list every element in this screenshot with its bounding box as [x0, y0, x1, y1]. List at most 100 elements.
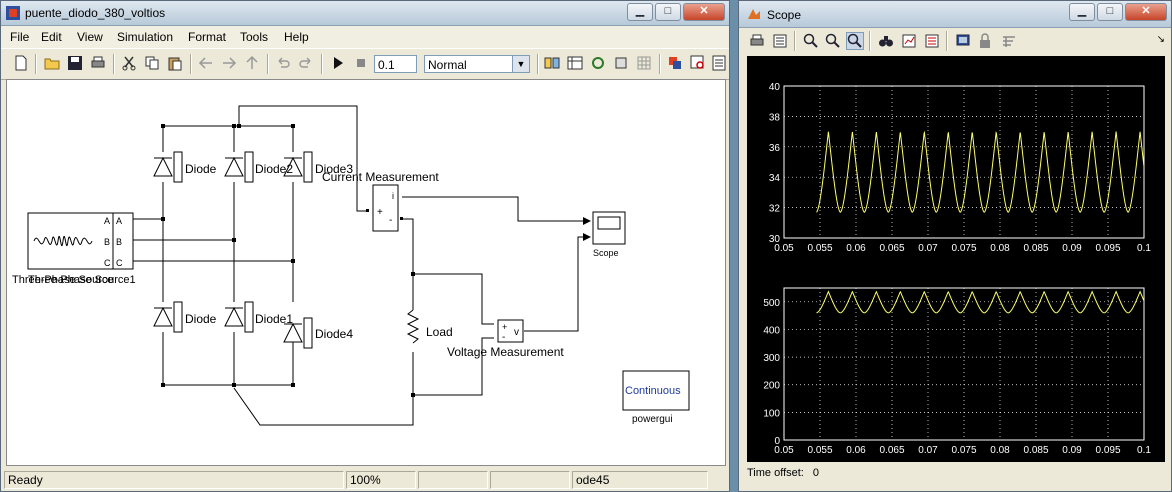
simulink-window: puente_diodo_380_voltios ▁ □ ✕ File Edit…: [0, 0, 730, 492]
x-tick-label: 0.08: [990, 243, 1010, 254]
scope-plot-area: 0.05 0.055 0.06 0.065 0.07 0.075 0.08 0.085 0.09…: [747, 56, 1165, 462]
floating-scope-icon[interactable]: [955, 33, 971, 49]
x-tick-label: 0.065: [879, 445, 904, 456]
diode2-label: Diode2: [255, 162, 293, 176]
block-diagram: A B C A B C Three-Phase Source Three-Pha…: [12, 105, 690, 426]
matlab-icon: [748, 9, 760, 19]
scope-minimize-button[interactable]: ▁: [1069, 3, 1095, 21]
powergui-block[interactable]: [623, 371, 689, 410]
open-folder-icon[interactable]: [44, 55, 60, 71]
x-tick-label: 0.06: [846, 445, 866, 456]
x-tick-label: 0.09: [1062, 243, 1082, 254]
toolbar: 0.1 Normal ▼: [1, 48, 729, 80]
scope-toolbar: ↘: [739, 28, 1171, 54]
voltage-measurement-label: Voltage Measurement: [447, 345, 564, 359]
forward-arrow-icon[interactable]: [221, 55, 237, 71]
close-button[interactable]: ✕: [683, 3, 725, 21]
window-title: puente_diodo_380_voltios: [25, 6, 166, 20]
start-simulation-icon[interactable]: [330, 55, 346, 71]
time-offset: Time offset: 0: [747, 467, 819, 479]
x-tick-label: 0.065: [879, 243, 904, 254]
y-tick-label: 300: [763, 353, 780, 364]
library-browser-icon[interactable]: [544, 55, 560, 71]
up-arrow-icon[interactable]: [244, 55, 260, 71]
zoom-y-icon[interactable]: [846, 32, 864, 50]
redo-icon[interactable]: [298, 55, 314, 71]
x-tick-label: 0.06: [846, 243, 866, 254]
properties-icon[interactable]: [711, 55, 727, 71]
model-explorer-icon[interactable]: [567, 55, 583, 71]
back-arrow-icon[interactable]: [198, 55, 214, 71]
x-tick-label: 0.09: [1062, 445, 1082, 456]
current-measurement-block[interactable]: [373, 185, 403, 233]
menu-simulation[interactable]: Simulation: [117, 30, 173, 44]
undo-icon[interactable]: [275, 55, 291, 71]
powergui-label: powergui: [632, 414, 673, 425]
maximize-button[interactable]: □: [655, 3, 681, 21]
diode4-label: Diode4: [315, 327, 353, 341]
lock-icon[interactable]: [977, 33, 993, 49]
status-zoom: 100%: [346, 471, 416, 489]
menu-edit[interactable]: Edit: [41, 30, 62, 44]
menu-view[interactable]: View: [77, 30, 103, 44]
stop-simulation-icon[interactable]: [353, 55, 369, 71]
status-empty-2: [490, 471, 570, 489]
x-tick-label: 0.085: [1023, 243, 1048, 254]
x-tick-label: 0.1: [1137, 243, 1151, 254]
three-phase-source-block[interactable]: [27, 212, 147, 260]
status-empty-1: [418, 471, 488, 489]
signal-selection-icon[interactable]: [1001, 33, 1017, 49]
print-icon[interactable]: [90, 55, 106, 71]
paste-icon[interactable]: [167, 55, 183, 71]
copy-icon[interactable]: [144, 55, 160, 71]
find-icon[interactable]: [690, 55, 706, 71]
menu-format[interactable]: Format: [188, 30, 226, 44]
x-tick-label: 0.095: [1095, 243, 1120, 254]
new-model-icon[interactable]: [13, 55, 29, 71]
model-canvas[interactable]: A B C A B C Three-Phase Source Three-Pha…: [6, 79, 726, 466]
y-tick-label: 36: [769, 143, 781, 154]
scope-chart: 0.05 0.055 0.06 0.065 0.07 0.075 0.08 0.085 0.09…: [763, 82, 1151, 456]
save-axes-icon[interactable]: [901, 33, 917, 49]
x-tick-label: 0.07: [918, 445, 938, 456]
x-tick-label: 0.075: [951, 445, 976, 456]
restore-axes-icon[interactable]: [924, 33, 940, 49]
x-tick-label: 0.085: [1023, 445, 1048, 456]
y-tick-label: 100: [763, 408, 780, 419]
toolbar-overflow-icon[interactable]: ↘: [1157, 34, 1165, 45]
cut-icon[interactable]: [121, 55, 137, 71]
y-tick-label: 0: [774, 436, 780, 447]
menu-help[interactable]: Help: [284, 30, 309, 44]
zoom-x-icon[interactable]: [825, 33, 841, 49]
stop-time-input[interactable]: 0.1: [374, 55, 417, 73]
scope-titlebar[interactable]: Scope ▁ □ ✕: [739, 1, 1171, 28]
time-offset-value: 0: [812, 467, 820, 479]
diode-bottom-label: Diode: [185, 312, 217, 326]
chevron-down-icon[interactable]: ▼: [512, 56, 529, 72]
print-icon[interactable]: [749, 33, 765, 49]
grid-icon[interactable]: [636, 55, 652, 71]
y-tick-label: 200: [763, 381, 780, 392]
status-bar: Ready 100% ode45: [1, 469, 729, 491]
diode-label: Diode: [185, 162, 217, 176]
debug-icon[interactable]: [613, 55, 629, 71]
scope-block[interactable]: [593, 212, 625, 244]
save-icon[interactable]: [67, 55, 83, 71]
minimize-button[interactable]: ▁: [627, 3, 653, 21]
parameters-icon[interactable]: [772, 33, 788, 49]
menu-tools[interactable]: Tools: [240, 30, 268, 44]
source-label-overlap: Three-Phase Source1: [28, 274, 136, 286]
voltage-measurement-block[interactable]: [498, 320, 524, 342]
menu-file[interactable]: File: [10, 30, 29, 44]
x-tick-label: 0.055: [807, 243, 832, 254]
simulink-titlebar[interactable]: puente_diodo_380_voltios ▁ □ ✕: [1, 1, 729, 26]
refresh-icon[interactable]: [590, 55, 606, 71]
zoom-icon[interactable]: [803, 33, 819, 49]
time-offset-label: Time offset:: [747, 467, 804, 479]
simulation-mode-select[interactable]: Normal ▼: [424, 55, 530, 73]
status-solver: ode45: [572, 471, 708, 489]
model-advisor-icon[interactable]: [667, 55, 683, 71]
scope-close-button[interactable]: ✕: [1125, 3, 1167, 21]
scope-maximize-button[interactable]: □: [1097, 3, 1123, 21]
autoscale-icon[interactable]: [878, 33, 894, 49]
